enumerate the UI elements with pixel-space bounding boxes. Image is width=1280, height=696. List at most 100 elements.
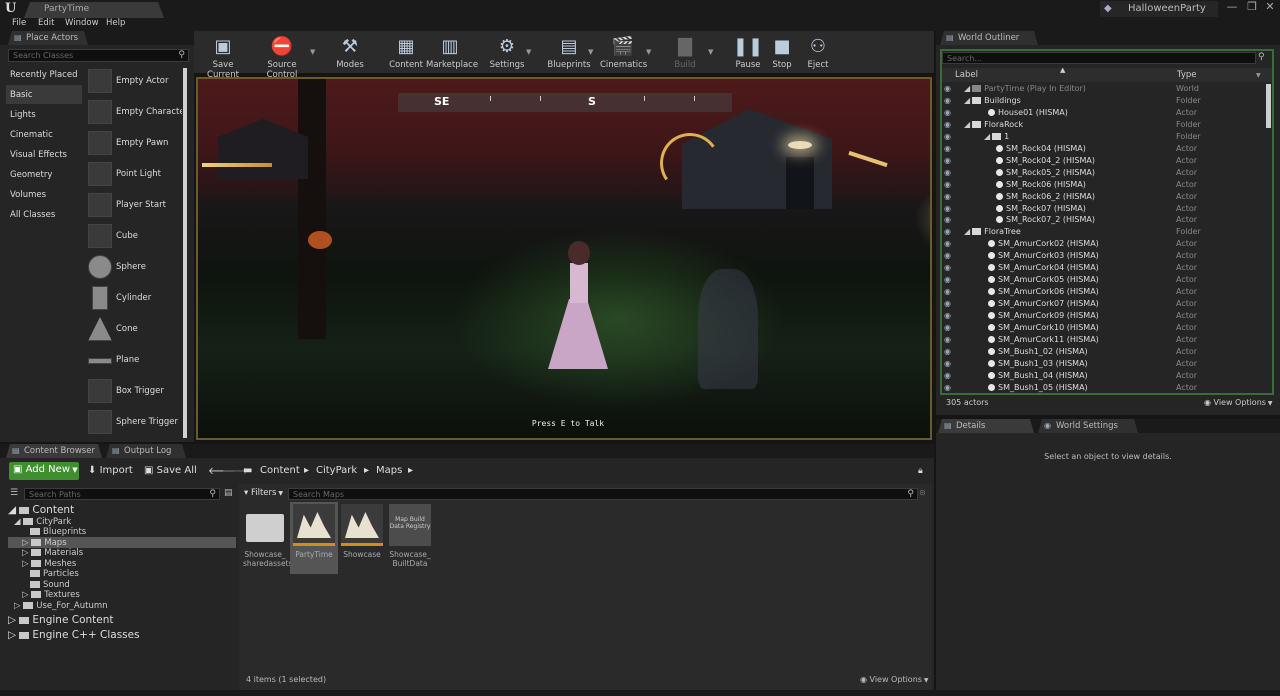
filters-button[interactable]: ▾ Filters ▼: [244, 488, 283, 498]
eject-button[interactable]: ⚇ Eject: [802, 33, 834, 73]
expanded-arrow-icon[interactable]: ◢: [964, 120, 970, 129]
menu-file[interactable]: File: [12, 18, 26, 31]
search-maps-input[interactable]: Search Maps ⚲: [288, 488, 918, 500]
save-current-button[interactable]: ▣ Save Current: [199, 33, 247, 80]
visibility-eye-icon[interactable]: ◉: [944, 96, 951, 105]
place-actors-scrollbar[interactable]: [183, 68, 187, 438]
outliner-view-options-button[interactable]: ◉ View Options ▼: [1204, 398, 1272, 407]
tab-world-settings[interactable]: ◉ World Settings: [1038, 419, 1138, 433]
actor-cone[interactable]: Cone: [86, 314, 182, 345]
view-list-icon[interactable]: ▤: [224, 488, 234, 500]
outliner-row[interactable]: ◉ SM_AmurCork04 (HISMA) Actor: [942, 262, 1272, 274]
tab-content-browser[interactable]: ▤ Content Browser: [6, 444, 102, 458]
toggle-sources-icon[interactable]: ☰: [10, 488, 20, 500]
tree-sound[interactable]: Sound: [30, 580, 70, 591]
visibility-eye-icon[interactable]: ◉: [944, 120, 951, 129]
build-dropdown-icon[interactable]: ▼: [708, 48, 713, 56]
tree-content[interactable]: ◢ Content: [8, 504, 74, 516]
category-all-classes[interactable]: All Classes: [6, 205, 82, 224]
outliner-row[interactable]: ◉ SM_Bush1_04 (HISMA) Actor: [942, 370, 1272, 382]
expanded-arrow-icon[interactable]: ◢: [964, 84, 970, 93]
tree-particles[interactable]: Particles: [30, 569, 79, 580]
outliner-row[interactable]: ◉ SM_Rock07 (HISMA) Actor: [942, 203, 1272, 215]
actor-empty-actor[interactable]: Empty Actor: [86, 66, 182, 97]
outliner-search-input[interactable]: Search...: [942, 52, 1256, 64]
actor-plane[interactable]: Plane: [86, 345, 182, 376]
visibility-eye-icon[interactable]: ◉: [944, 299, 951, 308]
game-viewport[interactable]: SE S Press E to Talk: [196, 77, 932, 440]
actor-empty-character[interactable]: Empty Characte: [86, 97, 182, 128]
category-lights[interactable]: Lights: [6, 105, 82, 124]
category-cinematic[interactable]: Cinematic: [6, 125, 82, 144]
visibility-eye-icon[interactable]: ◉: [944, 156, 951, 165]
save-all-button[interactable]: ▣ Save All: [144, 465, 197, 476]
maximize-button[interactable]: ❐: [1242, 0, 1262, 16]
cinematics-button[interactable]: 🎬 Cinematics: [600, 33, 647, 73]
actor-point-light[interactable]: Point Light: [86, 159, 182, 190]
expanded-arrow-icon[interactable]: ◢: [964, 96, 970, 105]
expanded-arrow-icon[interactable]: ◢: [964, 227, 970, 236]
tab-world-outliner[interactable]: ▤ World Outliner: [940, 31, 1038, 45]
tree-engine-content[interactable]: ▷ Engine Content: [8, 614, 114, 626]
asset-showcase-builtdata[interactable]: Map Build Data Registry Showcase_ BuiltDa…: [388, 504, 432, 568]
expanded-arrow-icon[interactable]: ◢: [984, 132, 990, 141]
cinematics-dropdown-icon[interactable]: ▼: [646, 48, 651, 56]
visibility-eye-icon[interactable]: ◉: [944, 263, 951, 272]
outliner-row[interactable]: ◉ ◢ Buildings Folder: [942, 95, 1272, 107]
menu-window[interactable]: Window: [65, 18, 99, 31]
actor-box-trigger[interactable]: Box Trigger: [86, 376, 182, 407]
outliner-row[interactable]: ◉ SM_AmurCork07 (HISMA) Actor: [942, 298, 1272, 310]
marketplace-button[interactable]: ▥ Marketplace: [426, 33, 478, 73]
actor-cylinder[interactable]: Cylinder: [86, 283, 182, 314]
add-new-button[interactable]: ▣ Add New ▼: [9, 462, 79, 480]
tab-output-log[interactable]: ▤ Output Log: [106, 444, 186, 458]
visibility-eye-icon[interactable]: ◉: [944, 204, 951, 213]
category-basic[interactable]: Basic: [6, 85, 82, 104]
menu-edit[interactable]: Edit: [38, 18, 54, 31]
visibility-eye-icon[interactable]: ◉: [944, 287, 951, 296]
outliner-row[interactable]: ◉ SM_Rock04_2 (HISMA) Actor: [942, 155, 1272, 167]
visibility-eye-icon[interactable]: ◉: [944, 144, 951, 153]
tree-meshes[interactable]: ▷ Meshes: [22, 559, 76, 570]
breadcrumb-maps[interactable]: Maps: [376, 465, 402, 476]
visibility-eye-icon[interactable]: ◉: [944, 180, 951, 189]
visibility-eye-icon[interactable]: ◉: [944, 227, 951, 236]
visibility-eye-icon[interactable]: ◉: [944, 192, 951, 201]
minimize-button[interactable]: —: [1222, 0, 1242, 16]
category-visual-effects[interactable]: Visual Effects: [6, 145, 82, 164]
visibility-eye-icon[interactable]: ◉: [944, 275, 951, 284]
visibility-eye-icon[interactable]: ◉: [944, 251, 951, 260]
save-search-icon[interactable]: ⊝: [919, 488, 926, 497]
outliner-row[interactable]: ◉ SM_Bush1_03 (HISMA) Actor: [942, 358, 1272, 370]
outliner-row[interactable]: ◉ SM_Rock07_2 (HISMA) Actor: [942, 214, 1272, 226]
visibility-eye-icon[interactable]: ◉: [944, 168, 951, 177]
breadcrumb-content[interactable]: Content: [260, 465, 300, 476]
visibility-eye-icon[interactable]: ◉: [944, 383, 951, 392]
outliner-row[interactable]: ◉ ◢ PartyTime (Play In Editor) World: [942, 83, 1272, 95]
outliner-row[interactable]: ◉ SM_Rock05_2 (HISMA) Actor: [942, 167, 1272, 179]
tree-maps[interactable]: ▷ Maps: [22, 538, 67, 549]
tab-details[interactable]: ▤ Details: [938, 419, 1034, 433]
visibility-eye-icon[interactable]: ◉: [944, 311, 951, 320]
outliner-scrollbar[interactable]: [1266, 84, 1271, 128]
actor-sphere-trigger[interactable]: Sphere Trigger: [86, 407, 182, 438]
outliner-row[interactable]: ◉ SM_AmurCork02 (HISMA) Actor: [942, 238, 1272, 250]
blueprints-dropdown-icon[interactable]: ▼: [588, 48, 593, 56]
actor-empty-pawn[interactable]: Empty Pawn: [86, 128, 182, 159]
content-view-options-button[interactable]: ◉ View Options ▼: [860, 675, 928, 684]
visibility-eye-icon[interactable]: ◉: [944, 371, 951, 380]
chevron-down-icon[interactable]: ▼: [1256, 72, 1261, 79]
outliner-row[interactable]: ◉ SM_AmurCork09 (HISMA) Actor: [942, 310, 1272, 322]
category-geometry[interactable]: Geometry: [6, 165, 82, 184]
actor-player-start[interactable]: Player Start: [86, 190, 182, 221]
asset-showcase-sharedassets[interactable]: Showcase_ sharedassets: [243, 504, 292, 568]
asset-showcase[interactable]: Showcase: [340, 504, 384, 559]
category-recently-placed[interactable]: Recently Placed: [6, 65, 82, 84]
tab-place-actors[interactable]: ▤ Place Actors: [8, 31, 88, 45]
tree-citypark[interactable]: ◢ CityPark: [14, 517, 71, 528]
outliner-row[interactable]: ◉ ◢ FloraTree Folder: [942, 226, 1272, 238]
build-button[interactable]: ▇ Build: [666, 33, 704, 73]
content-button[interactable]: ▦ Content: [386, 33, 426, 73]
blueprints-button[interactable]: ▤ Blueprints: [546, 33, 592, 73]
menu-help[interactable]: Help: [106, 18, 125, 31]
